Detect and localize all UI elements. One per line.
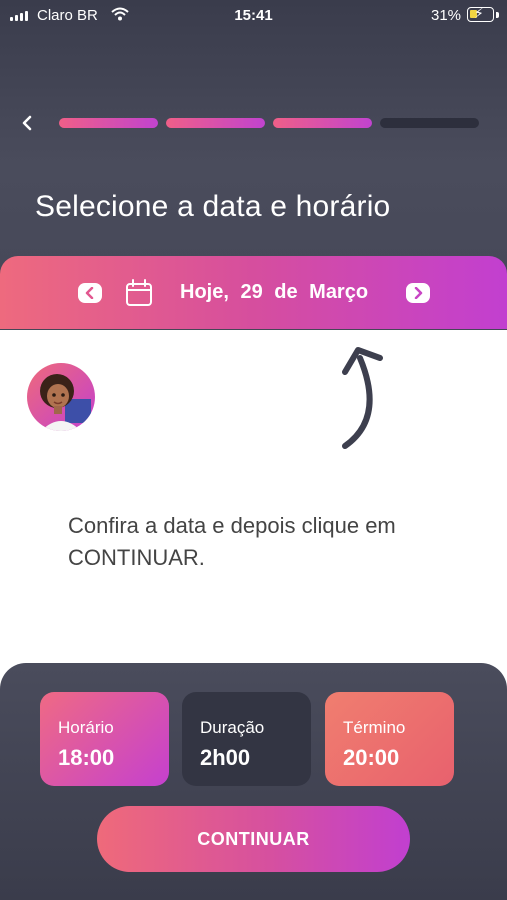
selected-date: Hoje, 29 de Março bbox=[180, 281, 369, 303]
end-time-card: Término 20:00 bbox=[325, 692, 454, 786]
battery-icon: ⚡ bbox=[467, 5, 494, 22]
duration-card: Duração 2h00 bbox=[182, 692, 311, 786]
instruction-text: Confira a data e depois clique em CONTIN… bbox=[68, 513, 396, 570]
assistant-avatar-icon bbox=[40, 374, 91, 431]
continue-button[interactable]: CONTINUAR bbox=[97, 806, 410, 872]
progress-step-2 bbox=[166, 118, 265, 128]
start-time-label: Horário bbox=[58, 718, 114, 737]
date-selector: Hoje, 29 de Março bbox=[0, 256, 507, 329]
status-bar: Claro BR 15:41 31% ⚡ bbox=[0, 0, 507, 32]
chevron-left-icon bbox=[85, 287, 94, 299]
start-time-value: 18:00 bbox=[58, 745, 115, 770]
progress-step-1 bbox=[59, 118, 158, 128]
next-date-button[interactable] bbox=[406, 283, 430, 303]
start-time-card: Horário 18:00 bbox=[40, 692, 169, 786]
battery-percent: 31% bbox=[431, 7, 462, 24]
avatar bbox=[27, 363, 95, 431]
end-time-value: 20:00 bbox=[343, 745, 400, 770]
progress-steps bbox=[59, 118, 479, 128]
duration-value: 2h00 bbox=[200, 745, 251, 770]
battery-nub bbox=[496, 12, 499, 18]
pointer-arrow-icon bbox=[342, 347, 383, 449]
end-time-label: Término bbox=[343, 718, 406, 737]
progress-step-4 bbox=[380, 118, 479, 128]
back-arrow-icon[interactable] bbox=[14, 108, 44, 138]
previous-date-button[interactable] bbox=[78, 283, 102, 303]
progress-step-3 bbox=[273, 118, 372, 128]
duration-label: Duração bbox=[200, 718, 265, 737]
calendar-icon bbox=[126, 279, 152, 306]
chevron-right-icon bbox=[414, 287, 423, 299]
page-title: Selecione a data e horário bbox=[35, 190, 391, 223]
